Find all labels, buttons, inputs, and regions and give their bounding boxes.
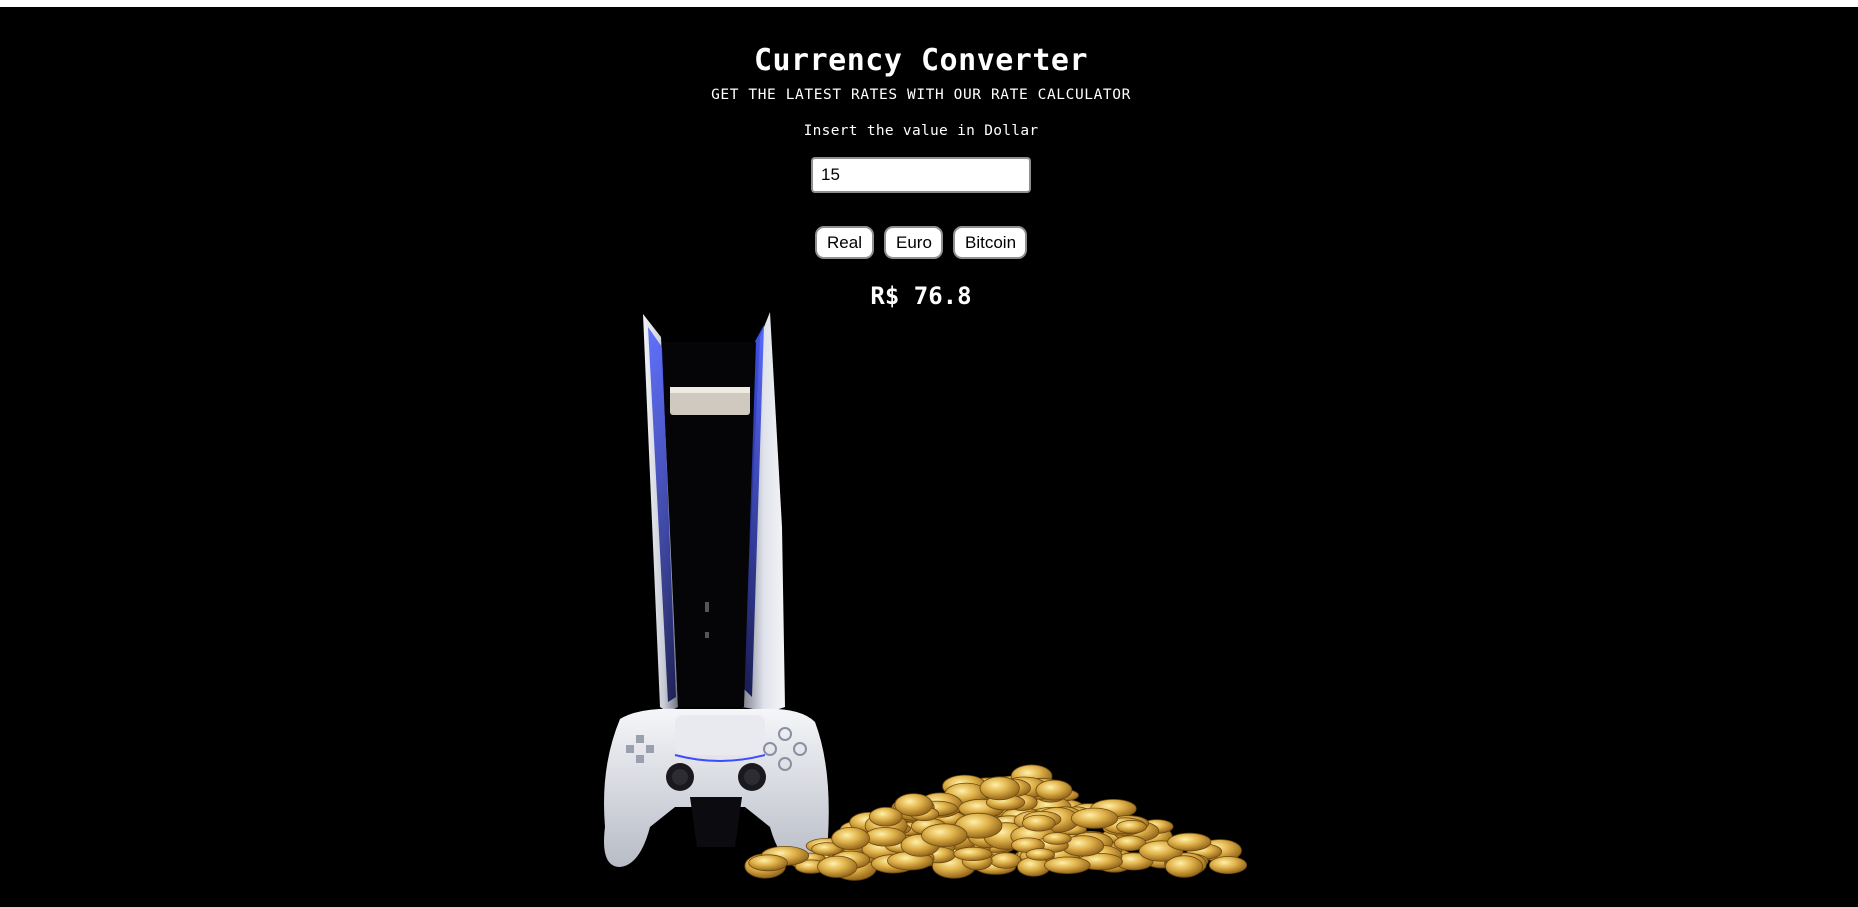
coin xyxy=(1025,848,1056,861)
coin xyxy=(990,852,1022,869)
coin xyxy=(864,827,907,847)
coin xyxy=(979,776,1020,801)
real-button[interactable]: Real xyxy=(815,226,874,259)
currency-converter-app: Currency Converter GET THE LATEST RATES … xyxy=(0,7,1858,907)
page-title: Currency Converter xyxy=(753,43,1089,78)
coin xyxy=(748,854,788,872)
controller-image xyxy=(604,708,829,868)
bitcoin-button[interactable]: Bitcoin xyxy=(953,226,1027,259)
coin xyxy=(831,827,870,851)
coin xyxy=(1022,814,1056,832)
coin xyxy=(953,846,993,862)
coin xyxy=(1165,855,1204,878)
coin xyxy=(1208,856,1248,875)
console-image xyxy=(643,312,785,712)
input-prompt-label: Insert the value in Dollar xyxy=(803,123,1039,139)
coin xyxy=(1116,819,1147,834)
coin xyxy=(921,823,968,847)
coin xyxy=(1070,807,1119,829)
euro-button[interactable]: Euro xyxy=(884,226,943,259)
coin xyxy=(817,855,858,878)
hero-image xyxy=(604,312,1248,881)
coin xyxy=(868,806,903,827)
page-subtitle: GET THE LATEST RATES WITH OUR RATE CALCU… xyxy=(711,87,1131,103)
conversion-result: R$ 76.8 xyxy=(870,282,972,310)
coin xyxy=(1042,832,1072,845)
coin xyxy=(1167,832,1212,852)
coin xyxy=(1035,779,1073,801)
dollar-value-input[interactable] xyxy=(811,157,1031,193)
coin xyxy=(1044,856,1091,875)
browser-top-strip xyxy=(0,0,1858,7)
